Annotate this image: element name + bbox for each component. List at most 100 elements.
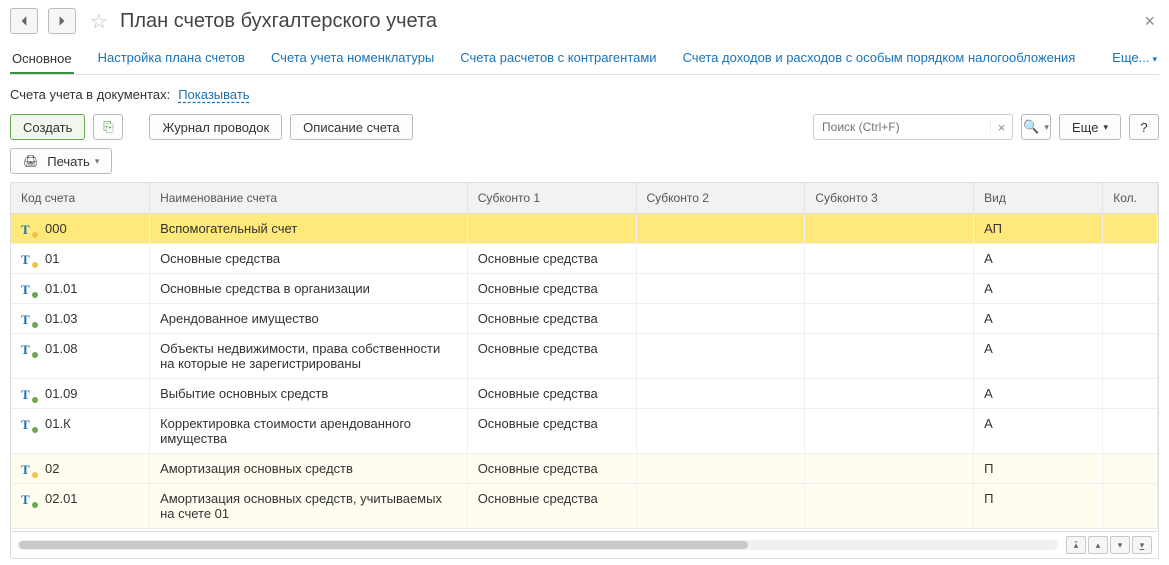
- table-row[interactable]: T01.09Выбытие основных средствОсновные с…: [11, 379, 1158, 409]
- sub2-cell: [637, 274, 806, 303]
- account-icon: T: [21, 222, 35, 236]
- create-button[interactable]: Создать: [10, 114, 85, 140]
- page-title: План счетов бухгалтерского учета: [120, 10, 437, 33]
- account-icon: T: [21, 342, 35, 356]
- sub3-cell: [805, 274, 974, 303]
- accounts-table: Код счета Наименование счета Субконто 1 …: [10, 182, 1159, 559]
- scroll-bottom-button[interactable]: ▾̲: [1132, 536, 1152, 554]
- account-icon: T: [21, 492, 35, 506]
- scroll-down-button[interactable]: ▾: [1110, 536, 1130, 554]
- sub2-cell: [637, 409, 806, 453]
- th-vid[interactable]: Вид: [974, 183, 1103, 213]
- name-cell: Объекты недвижимости, права собственност…: [150, 334, 468, 378]
- code-cell: 02: [45, 461, 59, 476]
- account-icon: T: [21, 312, 35, 326]
- search-clear-button[interactable]: ×: [990, 120, 1012, 135]
- sub1-cell: Основные средства: [468, 304, 637, 333]
- tab-plan-setup[interactable]: Настройка плана счетов: [96, 44, 247, 71]
- code-cell: 000: [45, 221, 67, 236]
- kol-cell: [1103, 214, 1158, 243]
- sub2-cell: [637, 214, 806, 243]
- help-button[interactable]: ?: [1129, 114, 1159, 140]
- th-kol[interactable]: Кол.: [1103, 183, 1158, 213]
- th-code[interactable]: Код счета: [11, 183, 150, 213]
- copy-button[interactable]: ⎘: [93, 114, 123, 140]
- kol-cell: [1103, 304, 1158, 333]
- tab-main[interactable]: Основное: [10, 45, 74, 74]
- name-cell: Амортизация основных средств: [150, 454, 468, 483]
- name-cell: Вспомогательный счет: [150, 214, 468, 243]
- scroll-up-button[interactable]: ▴: [1088, 536, 1108, 554]
- nav-forward-button[interactable]: [48, 8, 76, 34]
- sub3-cell: [805, 304, 974, 333]
- search-dropdown-button[interactable]: 🔍: [1021, 114, 1051, 140]
- search-input[interactable]: [814, 120, 990, 134]
- sub1-cell: [468, 214, 637, 243]
- code-cell: 01.01: [45, 281, 78, 296]
- th-sub2[interactable]: Субконто 2: [637, 183, 806, 213]
- print-label: Печать: [47, 154, 90, 169]
- table-row[interactable]: T02.01Амортизация основных средств, учит…: [11, 484, 1158, 529]
- name-cell: Амортизация основных средств, учитываемы…: [150, 484, 468, 528]
- kol-cell: [1103, 409, 1158, 453]
- docs-toggle-link[interactable]: Показывать: [178, 87, 249, 102]
- search-input-wrap: ×: [813, 114, 1013, 140]
- favorite-star-icon[interactable]: ☆: [90, 9, 108, 34]
- nav-back-button[interactable]: [10, 8, 38, 34]
- description-button[interactable]: Описание счета: [290, 114, 412, 140]
- name-cell: Корректировка стоимости арендованного им…: [150, 409, 468, 453]
- table-row[interactable]: T01Основные средстваОсновные средстваА: [11, 244, 1158, 274]
- sub3-cell: [805, 409, 974, 453]
- toolbar-more-button[interactable]: Еще: [1059, 114, 1121, 140]
- account-icon: T: [21, 417, 35, 431]
- journal-button[interactable]: Журнал проводок: [149, 114, 282, 140]
- sub1-cell: Основные средства: [468, 244, 637, 273]
- name-cell: Выбытие основных средств: [150, 379, 468, 408]
- code-cell: 01: [45, 251, 59, 266]
- table-row[interactable]: T01.ККорректировка стоимости арендованно…: [11, 409, 1158, 454]
- sub2-cell: [637, 244, 806, 273]
- horizontal-scrollbar[interactable]: [17, 540, 1058, 550]
- sub3-cell: [805, 484, 974, 528]
- vid-cell: А: [974, 379, 1103, 408]
- vid-cell: П: [974, 484, 1103, 528]
- vid-cell: АП: [974, 214, 1103, 243]
- code-cell: 01.08: [45, 341, 78, 356]
- kol-cell: [1103, 454, 1158, 483]
- sub1-cell: Основные средства: [468, 409, 637, 453]
- account-icon: T: [21, 462, 35, 476]
- table-row[interactable]: T 000 Вспомогательный счет АП: [11, 214, 1158, 244]
- vid-cell: А: [974, 409, 1103, 453]
- tab-more[interactable]: Еще...: [1110, 44, 1159, 71]
- name-cell: Арендованное имущество: [150, 304, 468, 333]
- sub1-cell: Основные средства: [468, 484, 637, 528]
- sub1-cell: Основные средства: [468, 274, 637, 303]
- sub1-cell: Основные средства: [468, 454, 637, 483]
- tabs-row: Основное Настройка плана счетов Счета уч…: [10, 44, 1159, 75]
- sub3-cell: [805, 454, 974, 483]
- sub1-cell: Основные средства: [468, 334, 637, 378]
- kol-cell: [1103, 244, 1158, 273]
- close-button[interactable]: ×: [1140, 11, 1159, 32]
- tab-counteragents[interactable]: Счета расчетов с контрагентами: [458, 44, 658, 71]
- table-row[interactable]: T01.01Основные средства в организацииОсн…: [11, 274, 1158, 304]
- tab-nomenclature[interactable]: Счета учета номенклатуры: [269, 44, 436, 71]
- table-row[interactable]: T 01.08 Объекты недвижимости, права собств…: [11, 334, 1158, 379]
- table-row[interactable]: T 01.03 Арендованное имуществоОсновные сре…: [11, 304, 1158, 334]
- sub2-cell: [637, 334, 806, 378]
- print-button[interactable]: Печать: [10, 148, 112, 174]
- table-row[interactable]: T 02 Амортизация основных средствОсновные …: [11, 454, 1158, 484]
- scroll-top-button[interactable]: ▴̄: [1066, 536, 1086, 554]
- sub2-cell: [637, 454, 806, 483]
- code-cell: 01.09: [45, 386, 78, 401]
- account-icon: T: [21, 252, 35, 266]
- sub3-cell: [805, 334, 974, 378]
- th-name[interactable]: Наименование счета: [150, 183, 468, 213]
- docs-label: Счета учета в документах:: [10, 87, 170, 102]
- code-cell: 01.03: [45, 311, 78, 326]
- vid-cell: А: [974, 334, 1103, 378]
- th-sub1[interactable]: Субконто 1: [468, 183, 637, 213]
- tab-income[interactable]: Счета доходов и расходов с особым порядк…: [681, 44, 1078, 71]
- kol-cell: [1103, 274, 1158, 303]
- th-sub3[interactable]: Субконто 3: [805, 183, 974, 213]
